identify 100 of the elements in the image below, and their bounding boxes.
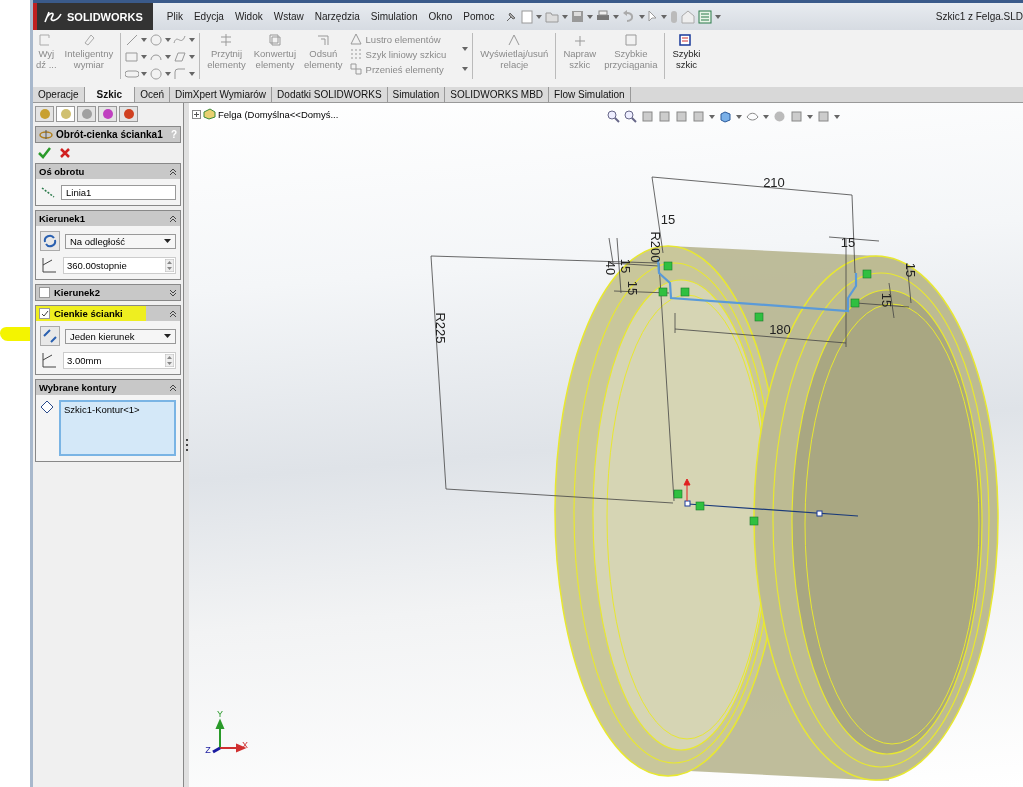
caret-icon[interactable] <box>165 72 172 76</box>
caret-icon[interactable] <box>562 14 569 19</box>
caret-icon[interactable] <box>189 72 196 76</box>
dimension-label[interactable]: 15 <box>840 235 856 250</box>
caret-icon[interactable] <box>462 67 469 71</box>
caret-icon[interactable] <box>165 55 172 59</box>
dimension-label[interactable]: 15 <box>879 292 894 308</box>
menu-item[interactable]: Wstaw <box>273 11 304 22</box>
caret-icon[interactable] <box>661 14 668 19</box>
caret-icon[interactable] <box>613 14 620 19</box>
dimension-label[interactable]: 15 <box>660 212 676 227</box>
printer-icon[interactable] <box>596 10 611 23</box>
dimension-label[interactable]: R200 <box>648 231 663 263</box>
relation-marker-icon <box>663 261 673 271</box>
ok-checkmark-icon[interactable] <box>38 147 51 159</box>
cancel-x-icon[interactable] <box>59 147 71 159</box>
panel-tab[interactable] <box>119 106 138 122</box>
logo-text: SOLIDWORKS <box>67 10 143 23</box>
feature-tree-icon <box>38 108 51 120</box>
caret-icon[interactable] <box>189 55 196 59</box>
contour-list[interactable]: Szkic1-Kontur<1> <box>59 400 176 456</box>
caret-icon[interactable] <box>763 114 769 119</box>
section-title: Cienkie ścianki <box>54 308 123 319</box>
section-header[interactable]: Cienkie ścianki <box>36 306 180 321</box>
value-spinner[interactable]: 3.00mm <box>63 351 176 369</box>
checklist-icon[interactable] <box>698 9 713 24</box>
panel-tab[interactable] <box>56 106 75 122</box>
spinner-arrows-icon[interactable] <box>165 353 174 367</box>
caret-icon[interactable] <box>141 55 148 59</box>
dimension-label[interactable]: R225 <box>433 312 448 344</box>
caret-icon[interactable] <box>141 72 148 76</box>
dimension-label[interactable]: 40 <box>603 260 618 276</box>
angle-icon <box>40 256 58 274</box>
section-header[interactable]: Wybrane kontury <box>36 380 180 395</box>
type-dropdown[interactable]: Jeden kierunek <box>65 328 176 344</box>
expand-icon[interactable] <box>192 109 201 119</box>
value-spinner[interactable]: 360.00stopnie <box>63 256 176 274</box>
caret-icon[interactable] <box>834 114 840 119</box>
caret-icon[interactable] <box>715 14 722 19</box>
caret-icon[interactable] <box>536 14 543 19</box>
menu-item[interactable]: Pomoc <box>463 11 495 22</box>
caret-icon[interactable] <box>165 38 172 42</box>
ribbon-tab[interactable]: Szkic <box>84 87 136 102</box>
caret-icon[interactable] <box>807 114 813 119</box>
menu-item[interactable]: Edycja <box>193 11 224 22</box>
panel-splitter-handle[interactable] <box>183 103 189 787</box>
menu-item[interactable]: Okno <box>428 11 453 22</box>
origin-arrow-icon <box>683 478 691 502</box>
zoom-to-fit-icon[interactable] <box>607 110 620 123</box>
axis-field[interactable]: Linia1 <box>61 184 176 200</box>
configuration-icon <box>80 108 93 120</box>
reverse-direction-icon[interactable] <box>40 231 60 251</box>
caret-icon[interactable] <box>639 14 646 19</box>
caret-icon[interactable] <box>587 14 594 19</box>
save-icon[interactable] <box>571 10 585 23</box>
slot-tool-icon[interactable] <box>125 67 140 81</box>
dimension-label[interactable]: 210 <box>763 175 785 190</box>
menu-item[interactable]: Plik <box>166 11 183 22</box>
section-header[interactable]: Oś obrotu <box>36 164 180 179</box>
spinner-arrows-icon[interactable] <box>165 258 174 272</box>
caret-icon[interactable] <box>736 114 742 119</box>
diagonal-arrows-icon[interactable] <box>40 326 60 346</box>
tree-item[interactable]: Felga (Domyślna<<Domyś... <box>218 108 339 120</box>
caret-icon[interactable] <box>462 47 469 51</box>
contour-item[interactable]: Szkic1-Kontur<1> <box>64 404 140 415</box>
relation-marker-icon <box>673 489 683 499</box>
ribbon-button[interactable]: Szybki szkic <box>669 33 704 70</box>
caret-icon[interactable] <box>709 114 715 119</box>
axis-line-icon <box>40 184 56 200</box>
part-icon <box>203 108 216 120</box>
dimension-label[interactable]: 15 <box>618 258 633 274</box>
convert-entities-icon <box>266 33 283 47</box>
collapse-chevron-icon[interactable] <box>169 167 177 176</box>
eye-icon[interactable] <box>746 110 759 123</box>
dimension-label[interactable]: 15 <box>903 262 918 278</box>
checkbox[interactable] <box>39 308 50 319</box>
axis-label: Y <box>217 709 223 719</box>
zoom-area-icon[interactable] <box>624 110 637 123</box>
caret-icon[interactable] <box>141 38 148 42</box>
dimension-label[interactable]: 180 <box>769 322 791 337</box>
dimension-label[interactable]: 15 <box>625 280 640 296</box>
type-dropdown[interactable]: Na odległość <box>65 233 176 249</box>
collapse-chevron-icon[interactable] <box>169 214 177 223</box>
collapse-chevron-icon[interactable] <box>169 383 177 392</box>
revolve-icon <box>39 129 53 140</box>
relation-marker-icon <box>749 516 759 526</box>
menu-item[interactable]: Narzędzia <box>314 11 360 22</box>
checkbox[interactable] <box>39 287 50 298</box>
collapse-chevron-icon[interactable] <box>169 309 177 318</box>
caret-icon[interactable] <box>189 38 196 42</box>
cursor-icon[interactable] <box>648 10 659 23</box>
menu-item[interactable]: Widok <box>234 11 263 22</box>
panel-tab[interactable] <box>98 106 117 122</box>
display-style-icon[interactable] <box>719 110 732 123</box>
section-header[interactable]: Kierunek1 <box>36 211 180 226</box>
expand-chevron-icon[interactable] <box>169 288 177 297</box>
menu-item[interactable]: Simulation <box>370 11 418 22</box>
section-header[interactable]: Kierunek2 <box>36 285 180 300</box>
line-tool-icon[interactable] <box>125 33 140 47</box>
relation-marker-icon <box>754 312 764 322</box>
